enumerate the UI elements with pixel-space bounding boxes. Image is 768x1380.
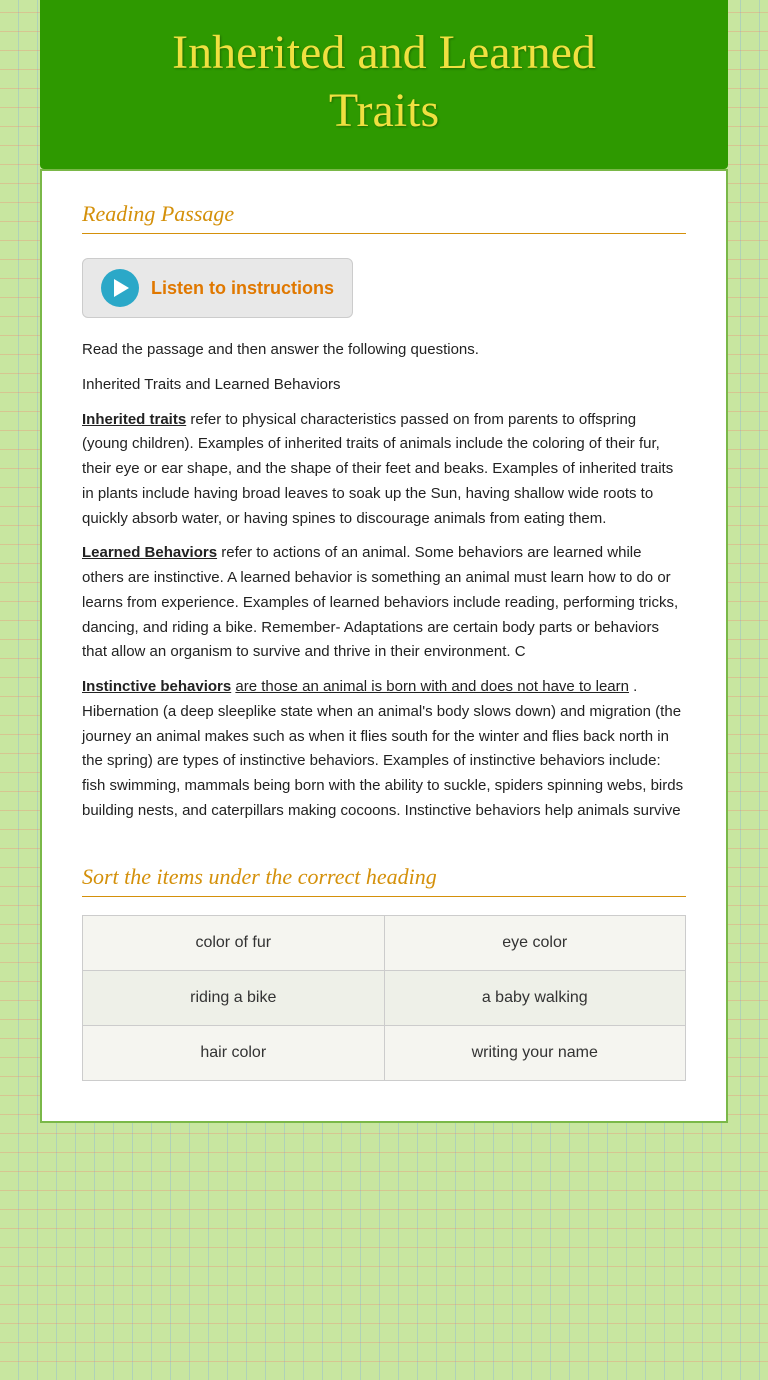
header-banner: Inherited and Learned Traits: [40, 0, 728, 169]
sort-item-right[interactable]: writing your name: [384, 1025, 686, 1080]
paragraph1-text: refer to physical characteristics passed…: [82, 411, 673, 527]
paragraph1: Inherited traits refer to physical chara…: [82, 408, 686, 532]
sort-item-left[interactable]: color of fur: [83, 915, 385, 970]
intro-line2: Inherited Traits and Learned Behaviors: [82, 373, 686, 398]
table-row: riding a bikea baby walking: [83, 970, 686, 1025]
inherited-traits-term: Inherited traits: [82, 411, 186, 428]
sort-table: color of fureye colorriding a bikea baby…: [82, 915, 686, 1081]
paragraph3-text: . Hibernation (a deep sleeplike state wh…: [82, 678, 683, 819]
listen-button[interactable]: Listen to instructions: [82, 258, 353, 318]
paragraph3-underlined: are those an animal is born with and doe…: [235, 678, 629, 695]
sort-section-label: Sort the items under the correct heading: [82, 864, 686, 897]
main-content: Reading Passage Listen to instructions R…: [40, 169, 728, 1123]
table-row: color of fureye color: [83, 915, 686, 970]
paragraph2-text: refer to actions of an animal. Some beha…: [82, 544, 678, 660]
paragraph3: Instinctive behaviors are those an anima…: [82, 675, 686, 824]
intro-line1: Read the passage and then answer the fol…: [82, 338, 686, 363]
sort-item-right[interactable]: eye color: [384, 915, 686, 970]
listen-button-label: Listen to instructions: [151, 278, 334, 299]
reading-passage-label: Reading Passage: [82, 201, 686, 234]
sort-section: Sort the items under the correct heading…: [82, 864, 686, 1081]
play-icon: [101, 269, 139, 307]
instinctive-behaviors-term: Instinctive behaviors: [82, 678, 231, 695]
learned-behaviors-term: Learned Behaviors: [82, 544, 217, 561]
sort-item-right[interactable]: a baby walking: [384, 970, 686, 1025]
paragraph2: Learned Behaviors refer to actions of an…: [82, 541, 686, 665]
sort-item-left[interactable]: hair color: [83, 1025, 385, 1080]
reading-section: Reading Passage Listen to instructions R…: [82, 201, 686, 824]
sort-item-left[interactable]: riding a bike: [83, 970, 385, 1025]
page-title: Inherited and Learned Traits: [70, 24, 698, 139]
table-row: hair colorwriting your name: [83, 1025, 686, 1080]
